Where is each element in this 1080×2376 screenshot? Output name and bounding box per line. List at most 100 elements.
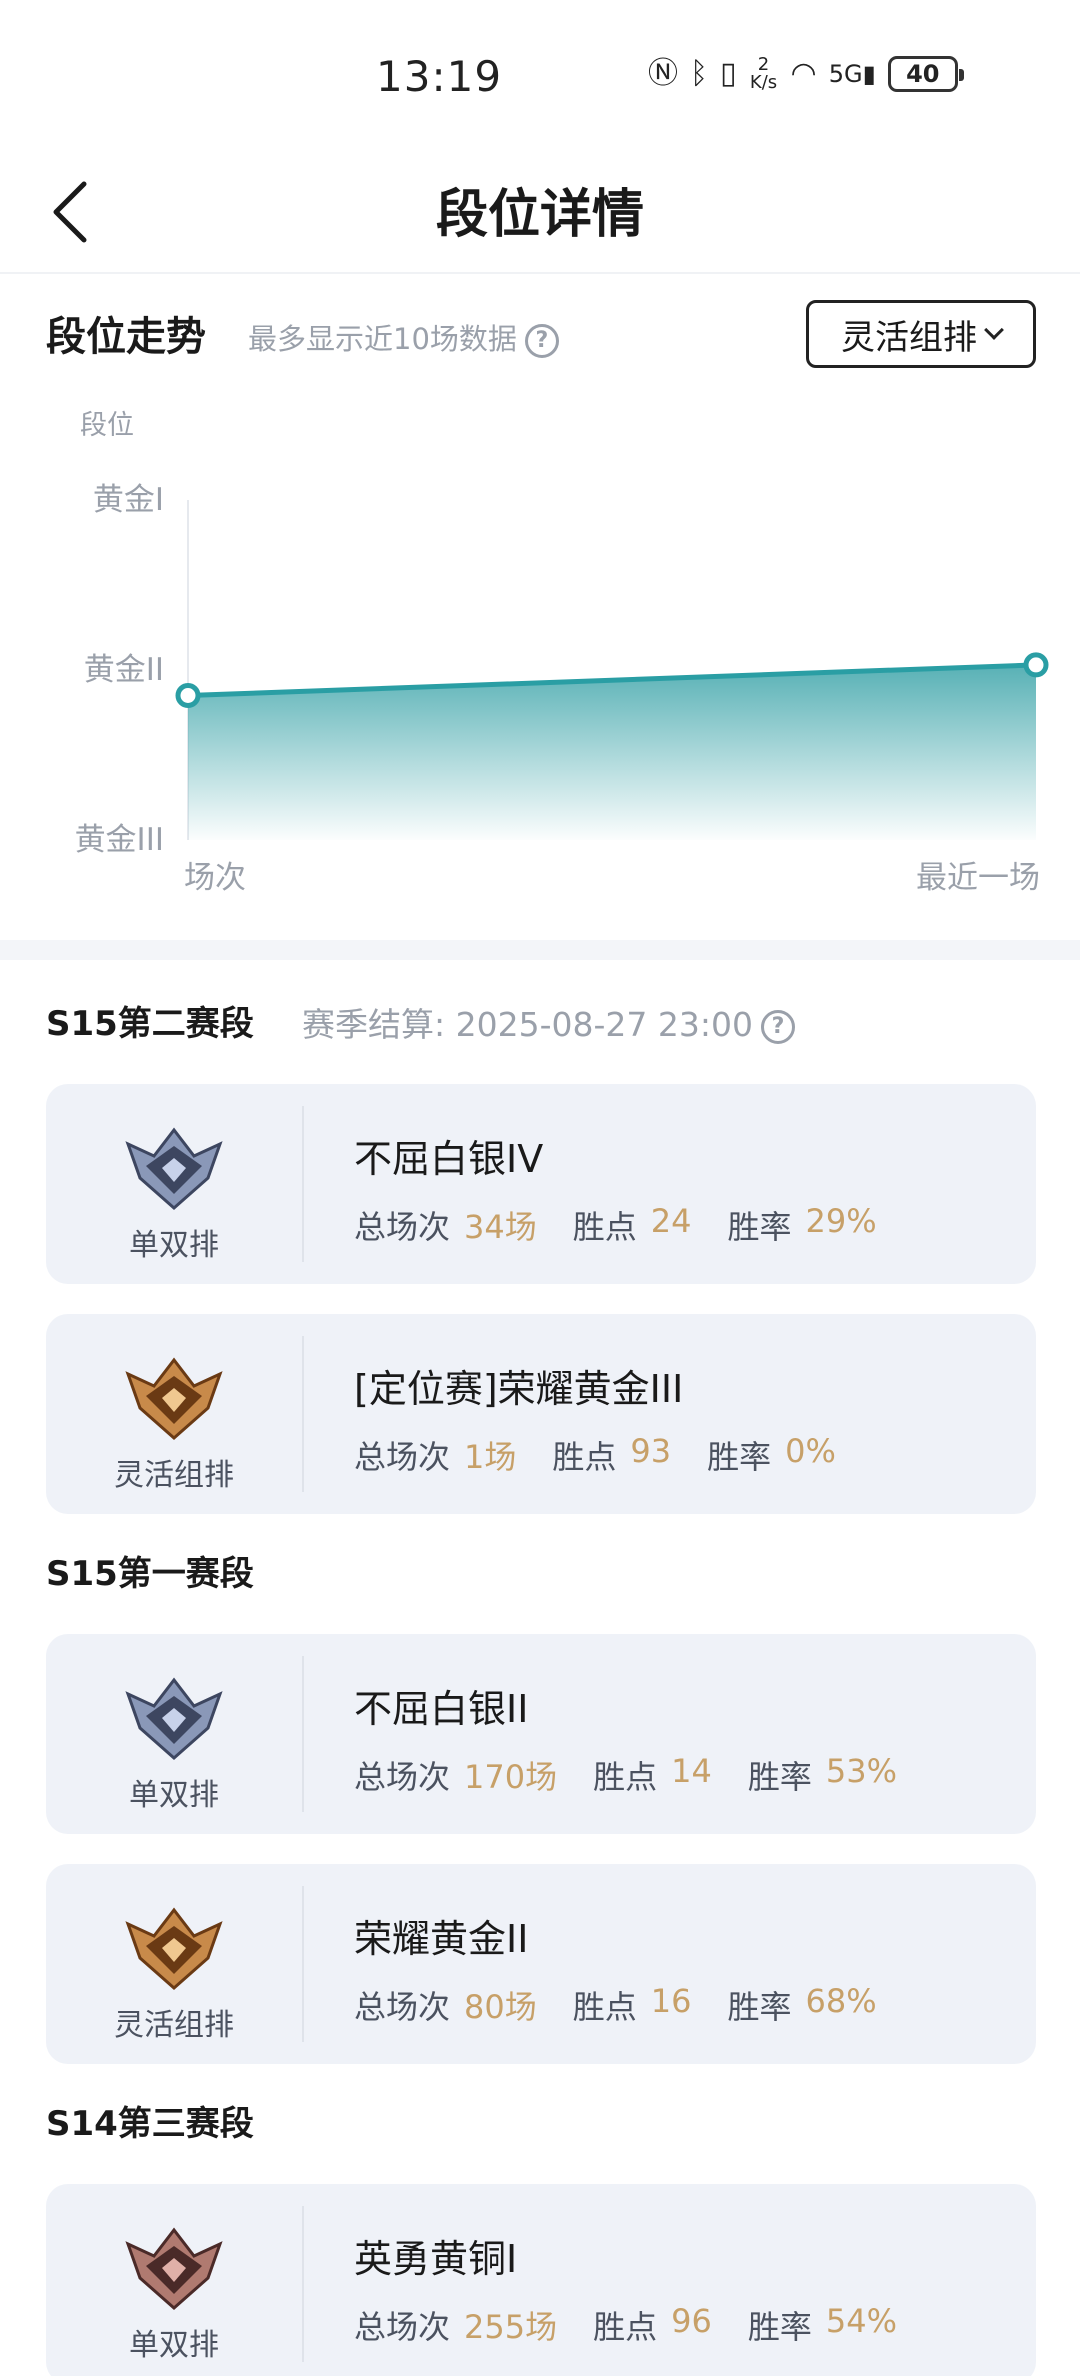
rank-card-left: 灵活组排 xyxy=(46,1314,302,1514)
points-label: 胜点 xyxy=(552,1438,617,1476)
trend-subtitle: 最多显示近10场数据? xyxy=(248,316,559,358)
mode-select-value: 灵活组排 xyxy=(841,317,977,358)
winrate-label: 胜率 xyxy=(727,1208,792,1246)
rank-card-left: 灵活组排 xyxy=(46,1864,302,2064)
question-circle-icon[interactable]: ? xyxy=(760,1009,795,1044)
y-tick-label: 黄金I xyxy=(93,482,164,518)
vibrate-icon: ▯ xyxy=(720,56,737,91)
rank-card-left: 单双排 xyxy=(46,1634,302,1834)
queue-mode-label: 单双排 xyxy=(129,1778,219,1813)
rank-badge-icon xyxy=(124,1902,224,1992)
season-title: S15第二赛段 xyxy=(46,1004,254,1044)
rank-card[interactable]: 灵活组排 [定位赛]荣耀黄金III 总场次 1场 胜点 93 胜率 0% xyxy=(46,1314,1036,1514)
y-tick-label: 黄金III xyxy=(75,822,164,858)
points-value: 93 xyxy=(630,1432,672,1470)
points-value: 16 xyxy=(650,1982,692,2020)
app-header: 段位详情 xyxy=(0,150,1080,274)
nfc-icon: Ⓝ xyxy=(648,56,678,91)
x-tick-group: 场次 最近一场 xyxy=(184,860,1040,896)
chevron-down-icon xyxy=(984,320,1004,340)
card-divider xyxy=(302,2206,304,2362)
bluetooth-icon: ᛒ xyxy=(690,56,708,91)
card-divider xyxy=(302,1656,304,1812)
points-label: 胜点 xyxy=(593,2308,658,2346)
games-value: 255场 xyxy=(464,2308,558,2346)
trend-subtitle-text: 最多显示近10场数据 xyxy=(248,322,517,356)
y-tick-group: 黄金I 黄金II 黄金III xyxy=(75,482,164,858)
games-value: 170场 xyxy=(464,1758,558,1796)
trend-header: 段位走势 最多显示近10场数据? 灵活组排 xyxy=(46,298,1036,370)
winrate-label: 胜率 xyxy=(727,1988,792,2026)
question-circle-icon[interactable]: ? xyxy=(524,324,559,358)
page-title: 段位详情 xyxy=(435,185,644,245)
x-tick-label: 最近一场 xyxy=(916,860,1040,896)
mode-select-dropdown[interactable]: 灵活组排 xyxy=(806,300,1036,368)
rank-name: 不屈白银IV xyxy=(354,1137,544,1181)
points-value: 24 xyxy=(650,1202,692,1240)
rank-name: 英勇黄铜I xyxy=(354,2237,518,2281)
queue-mode-label: 单双排 xyxy=(129,2328,219,2363)
games-value: 34场 xyxy=(464,1208,537,1246)
queue-mode-label: 灵活组排 xyxy=(114,2008,234,2043)
rank-card-left: 单双排 xyxy=(46,2184,302,2376)
section-divider xyxy=(0,940,1080,960)
rank-card-left: 单双排 xyxy=(46,1084,302,1284)
points-label: 胜点 xyxy=(572,1988,637,2026)
rank-stats: 总场次 1场 胜点 93 胜率 0% xyxy=(354,1432,872,1478)
winrate-value: 0% xyxy=(785,1432,836,1470)
status-icons: Ⓝ ᛒ ▯ 2 K/s ◠ 5G▮ 40 xyxy=(648,54,964,93)
card-divider xyxy=(302,1106,304,1262)
points-value: 14 xyxy=(671,1752,712,1790)
winrate-value: 68% xyxy=(805,1982,877,2020)
rank-stats: 总场次 80场 胜点 16 胜率 68% xyxy=(354,1982,913,2028)
signal-5g-icon: 5G▮ xyxy=(828,60,876,88)
card-divider xyxy=(302,1336,304,1492)
trend-point xyxy=(1023,652,1049,678)
season-title: S15第一赛段 xyxy=(46,1554,254,1594)
rank-badge-icon xyxy=(124,1122,224,1212)
rank-card[interactable]: 单双排 英勇黄铜I 总场次 255场 胜点 96 胜率 54% xyxy=(46,2184,1036,2376)
queue-mode-label: 灵活组排 xyxy=(114,1458,234,1493)
points-value: 96 xyxy=(671,2302,712,2340)
winrate-label: 胜率 xyxy=(707,1438,772,1476)
points-label: 胜点 xyxy=(572,1208,637,1246)
trend-point xyxy=(175,683,201,708)
status-time: 13:19 xyxy=(376,52,503,101)
wifi-icon: ◠ xyxy=(790,56,817,91)
rank-badge-icon xyxy=(124,1672,224,1762)
rank-name: [定位赛]荣耀黄金III xyxy=(354,1367,684,1411)
winrate-value: 54% xyxy=(825,2302,897,2340)
winrate-label: 胜率 xyxy=(747,2308,812,2346)
rank-card[interactable]: 单双排 不屈白银IV 总场次 34场 胜点 24 胜率 29% xyxy=(46,1084,1036,1284)
rank-card[interactable]: 单双排 不屈白银II 总场次 170场 胜点 14 胜率 53% xyxy=(46,1634,1036,1834)
winrate-value: 53% xyxy=(825,1752,897,1790)
points-label: 胜点 xyxy=(593,1758,658,1796)
card-divider xyxy=(302,1886,304,2042)
games-value: 80场 xyxy=(464,1988,537,2026)
battery-icon: 40 xyxy=(887,56,964,92)
rank-trend-chart: 段位 黄金I 黄金II 黄金III 场次 最近一场 xyxy=(75,410,1049,896)
y-axis-label: 段位 xyxy=(80,410,134,441)
winrate-label: 胜率 xyxy=(747,1758,812,1796)
games-label: 总场次 xyxy=(354,1988,451,2026)
y-tick-label: 黄金II xyxy=(84,652,164,688)
season-settle-time: 赛季结算: 2025-08-27 23:00? xyxy=(302,998,795,1046)
winrate-value: 29% xyxy=(805,1202,877,1240)
games-label: 总场次 xyxy=(354,1208,451,1246)
games-value: 1场 xyxy=(464,1438,517,1476)
x-tick-label: 场次 xyxy=(184,860,246,896)
trend-title: 段位走势 xyxy=(46,314,206,360)
rank-stats: 总场次 255场 胜点 96 胜率 54% xyxy=(354,2302,933,2348)
status-bar: 13:19 Ⓝ ᛒ ▯ 2 K/s ◠ 5G▮ 40 xyxy=(0,0,1080,150)
rank-name: 不屈白银II xyxy=(354,1687,529,1731)
rank-stats: 总场次 34场 胜点 24 胜率 29% xyxy=(354,1202,913,1248)
rank-name: 荣耀黄金II xyxy=(354,1917,529,1961)
rank-badge-icon xyxy=(124,2222,224,2312)
rank-badge-icon xyxy=(124,1352,224,1442)
rank-stats: 总场次 170场 胜点 14 胜率 53% xyxy=(354,1752,933,1798)
season-settle-text: 赛季结算: 2025-08-27 23:00 xyxy=(302,1005,753,1044)
rank-card[interactable]: 灵活组排 荣耀黄金II 总场次 80场 胜点 16 胜率 68% xyxy=(46,1864,1036,2064)
net-speed-icon: 2 K/s xyxy=(749,54,778,93)
queue-mode-label: 单双排 xyxy=(129,1228,219,1263)
games-label: 总场次 xyxy=(354,1438,451,1476)
